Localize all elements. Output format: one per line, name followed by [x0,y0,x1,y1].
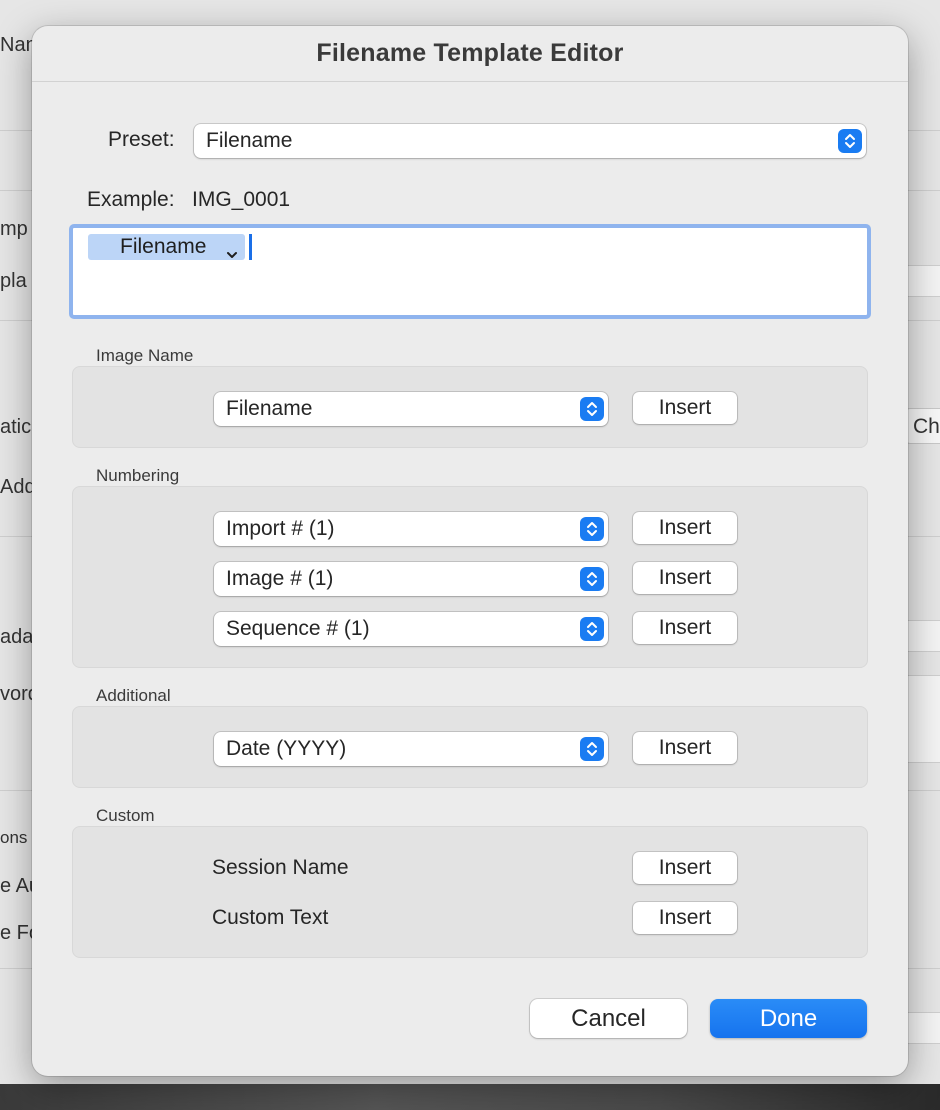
custom-section-label: Custom [96,806,155,825]
image-name-popup-value: Filename [226,397,313,420]
numbering-section-label: Numbering [96,466,180,485]
image-number-popup[interactable]: Image # (1) [214,562,608,596]
background-label: mp [0,218,28,240]
import-number-popup-value: Import # (1) [226,517,335,540]
dialog-title: Filename Template Editor [316,39,624,67]
background-button[interactable]: Ch [904,408,940,444]
cancel-button[interactable]: Cancel [530,999,687,1038]
preset-label: Preset: [108,128,175,151]
background-label: ons [0,828,28,847]
additional-insert-button[interactable]: Insert [633,732,737,764]
filename-template-editor-dialog: Filename Template Editor Preset: Filenam… [32,26,908,1076]
up-down-chevron-icon [838,129,862,153]
background-label: ada [0,626,34,648]
filename-token-label: Filename [120,235,207,258]
image-number-popup-value: Image # (1) [226,567,334,590]
background-desktop-strip [0,1084,940,1110]
up-down-chevron-icon [580,737,604,761]
image-name-section-label: Image Name [96,346,194,365]
image-name-popup[interactable]: Filename [214,392,608,426]
sequence-number-popup-value: Sequence # (1) [226,617,370,640]
custom-text-insert-button[interactable]: Insert [633,902,737,934]
image-name-insert-button[interactable]: Insert [633,392,737,424]
dialog-title-bar: Filename Template Editor [32,26,908,82]
example-value: IMG_0001 [192,188,291,211]
import-number-insert-button[interactable]: Insert [633,512,737,544]
custom-text-label: Custom Text [212,906,329,929]
template-token-field[interactable]: Filename [69,224,871,319]
up-down-chevron-icon [580,567,604,591]
image-number-insert-button[interactable]: Insert [633,562,737,594]
additional-popup-value: Date (YYYY) [226,737,347,760]
session-name-label: Session Name [212,856,349,879]
chevron-down-icon[interactable] [226,242,238,266]
sequence-number-insert-button[interactable]: Insert [633,612,737,644]
up-down-chevron-icon [580,617,604,641]
filename-token[interactable]: Filename [88,234,245,260]
example-label: Example: [87,188,175,211]
preset-popup-value: Filename [206,129,293,152]
background-label: Add [0,476,36,498]
preset-popup[interactable]: Filename [194,124,866,158]
additional-popup[interactable]: Date (YYYY) [214,732,608,766]
background-label: atic [0,416,32,438]
session-name-insert-button[interactable]: Insert [633,852,737,884]
up-down-chevron-icon [580,397,604,421]
sequence-number-popup[interactable]: Sequence # (1) [214,612,608,646]
text-caret [249,234,252,260]
custom-section [72,826,868,958]
additional-section-label: Additional [96,686,171,705]
done-button[interactable]: Done [710,999,867,1038]
up-down-chevron-icon [580,517,604,541]
background-label: pla [0,270,27,292]
import-number-popup[interactable]: Import # (1) [214,512,608,546]
